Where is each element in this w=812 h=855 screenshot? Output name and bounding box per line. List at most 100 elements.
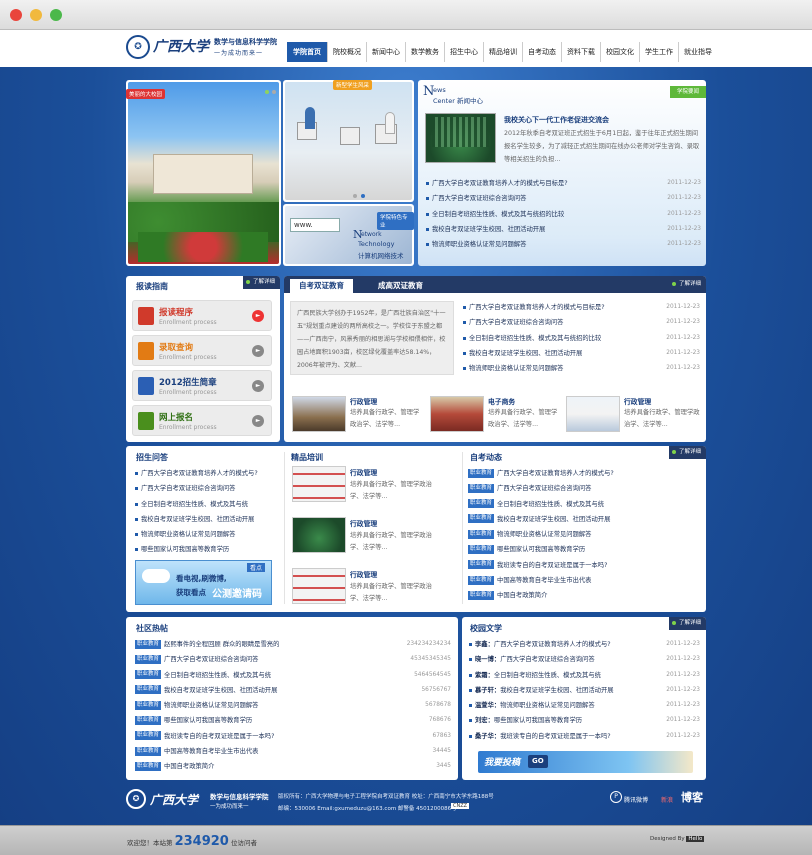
nav-item-news[interactable]: 新闻中心 [367,42,406,62]
list-item[interactable]: 温萱华：物流师职业资格认证常见问题解答 2011-12-23 [468,698,700,713]
tencent-weibo-label[interactable]: 腾讯微博 [624,795,648,804]
nav-item-academic[interactable]: 数学教务 [406,42,445,62]
entry-enrollment-process[interactable]: 报读程序 Enrollment process ► [132,300,272,331]
slider-dot-icon[interactable] [265,90,269,94]
list-item[interactable]: 职业教育 我班读专自的自考双证班是属于一本吗? [468,558,700,573]
dynamics-list: 职业教育 广西大学自考双证教育培养人才的模式与? 职业教育 广西大学自考双证班综合咨… [468,466,700,604]
list-item[interactable]: 职业教育 中国自考政策简介 [468,588,700,603]
entry-admission-brochure[interactable]: 2012招生简章 Enrollment process ► [132,370,272,401]
list-item[interactable]: 职业教育 全日制自考班招生性质、模式及其与统 [468,497,700,512]
list-item[interactable]: 全日制自考班招生性质、模式及其与统 [134,497,280,512]
nav-item-admissions[interactable]: 招生中心 [445,42,484,62]
news-badge[interactable]: 学院要闻 [669,86,706,98]
maximize-window-button[interactable] [50,9,62,21]
training-thumbnail[interactable] [292,568,346,604]
list-item[interactable]: 职业教育 物流师职业资格认证常见问题解答 5678678 [135,698,451,713]
list-item[interactable]: 职业教育 赵熙事件的全程回顾 群众的眼睛是雪亮的 234234234234 [135,637,451,652]
news-feature-photo[interactable] [425,113,496,163]
training-thumbnail[interactable] [292,466,346,502]
entry-online-registration[interactable]: 网上报名 Enrollment process ► [132,405,272,436]
tech-major-panel[interactable]: www. 学院特色专业 N etwork Technology 计算机网络技术 [283,204,414,266]
student-photo-panel[interactable]: 新型学生风采 [283,80,414,202]
tencent-weibo-icon[interactable]: P [610,791,622,803]
list-item[interactable]: 物流师职业资格认证常见问题解答 [134,527,280,542]
list-item[interactable]: 职业教育 我校自考双证班学生校园、社团活动开展 [468,512,700,527]
nav-item-students[interactable]: 学生工作 [640,42,679,62]
slider-dot-icon[interactable] [353,194,357,198]
course-thumbnail[interactable] [430,396,484,432]
list-item[interactable]: 全日制自考班招生性质、模式及其与统招的比较 2011-12-23 [425,207,701,222]
list-item[interactable]: 广西大学自考双证班综合咨询问答 2011-12-23 [462,315,700,330]
guide-more-button[interactable]: 了解详细 [242,276,280,289]
training-title-1[interactable]: 行政管理 [350,467,377,477]
list-item[interactable]: 职业教育 广西大学自考双证教育培养人才的模式与? [468,466,700,481]
list-item[interactable]: 广西大学自考双证教育培养人才的模式与? [134,466,280,481]
nav-item-career[interactable]: 就业指导 [679,42,717,62]
training-thumbnail[interactable] [292,517,346,553]
sina-label[interactable]: 新浪 [661,795,673,804]
blog-label[interactable]: 博客 [681,789,703,805]
nav-item-training[interactable]: 精品培训 [484,42,523,62]
list-item[interactable]: 职业教育 全日制自考班招生性质、模式及其与统 5464564545 [135,668,451,683]
dynamics-more-button[interactable]: 了解详细 [668,446,706,459]
nav-item-campus[interactable]: 校园文化 [601,42,640,62]
training-title-2[interactable]: 行政管理 [350,518,377,528]
list-item[interactable]: 全日制自考班招生性质、模式及其与统招的比较 2011-12-23 [462,331,700,346]
list-item[interactable]: 广西大学自考双证班综合咨询问答 2011-12-23 [425,191,701,206]
entry-admission-query[interactable]: 录取查询 Enrollment process ► [132,335,272,366]
campus-photo-panel[interactable]: 美丽的大校园 [126,80,281,266]
list-item[interactable]: 职业教育 哪些国家认可我国高等教育学历 768676 [135,713,451,728]
course-title[interactable]: 电子商务 [488,396,515,406]
news-center-panel: N ews Center 新闻中心 学院要闻 我校关心下一代工作老促进交流会 2… [418,80,706,266]
school-logo[interactable]: ✪ 广西大学 数学与信息科学学院 一为成功而来一 [126,34,277,62]
list-item[interactable]: 职业教育 我班读专自的自考双证班是属于一本吗? 67863 [135,729,451,744]
list-item[interactable]: 慕子轩：我校自考双证班学生校园、社团活动开展 2011-12-23 [468,683,700,698]
course-thumbnail[interactable] [292,396,346,432]
education-more-button[interactable]: 了解详细 [669,278,706,291]
nav-item-overview[interactable]: 院校概况 [328,42,367,62]
list-item[interactable]: 我校自考双证班学生校园、社团活动开展 2011-12-23 [425,222,701,237]
list-item[interactable]: 我校自考双证班学生校园、社团活动开展 2011-12-23 [462,346,700,361]
list-item[interactable]: 职业教育 中国自考政策简介 3445 [135,759,451,774]
list-item[interactable]: 职业教育 广西大学自考双证班综合咨询问答 45345345345 [135,652,451,667]
submit-go-button[interactable]: GO [528,755,548,768]
slider-dot-icon[interactable] [361,194,365,198]
slider-dot-icon[interactable] [272,90,276,94]
course-title[interactable]: 行政管理 [624,396,651,406]
nav-item-downloads[interactable]: 资料下载 [562,42,601,62]
course-title[interactable]: 行政管理 [350,396,377,406]
submit-manuscript-banner[interactable]: 我要投稿 GO [478,751,693,773]
list-item[interactable]: 物流师职业资格认证常见问题解答 2011-12-23 [425,237,701,252]
list-item[interactable]: 广西大学自考双证教育培养人才的模式与目标是? 2011-12-23 [425,176,701,191]
list-item[interactable]: 我校自考双证班学生校园、社团活动开展 [134,512,280,527]
list-item[interactable]: 紫霜：全日制自考班招生性质、模式及其与统 2011-12-23 [468,668,700,683]
close-window-button[interactable] [10,9,22,21]
list-item[interactable]: 李鑫：广西大学自考双证教育培养人才的模式与? 2011-12-23 [468,637,700,652]
designed-by: Designed By Hello [650,836,705,842]
tab-self-study[interactable]: 自考双证教育 [290,279,353,293]
tab-adult-education[interactable]: 成高双证教育 [372,279,429,293]
list-item[interactable]: 职业教育 物流师职业资格认证常见问题解答 [468,527,700,542]
nav-item-exam-news[interactable]: 自考动态 [523,42,562,62]
list-item[interactable]: 哪些国家认可我国高等教育学历 [134,542,280,557]
list-item[interactable]: 桑子华：我班读专自的自考双证班是属于一本吗? 2011-12-23 [468,729,700,744]
ad-banner[interactable]: 看点 看电视,刷微博, 获取看点 公测邀请码 [135,560,272,605]
minimize-window-button[interactable] [30,9,42,21]
list-item[interactable]: 晓一博：广西大学自考双证班综合咨询问答 2011-12-23 [468,652,700,667]
list-item[interactable]: 广西大学自考双证教育培养人才的模式与目标是? 2011-12-23 [462,300,700,315]
course-thumbnail[interactable] [566,396,620,432]
list-item[interactable]: 职业教育 我校自考双证班学生校园、社团活动开展 56756767 [135,683,451,698]
list-item[interactable]: 刘宏：哪些国家认可我国高等教育学历 2011-12-23 [468,713,700,728]
news-feature-title[interactable]: 我校关心下一代工作老促进交流会 [504,115,609,125]
nav-item-home[interactable]: 学院首页 [287,42,328,62]
cnzz-badge[interactable]: CNZZ [451,803,470,809]
list-item[interactable]: 物流师职业资格认证常见问题解答 2011-12-23 [462,361,700,376]
list-item[interactable]: 职业教育 广西大学自考双证班综合咨询问答 [468,481,700,496]
list-item[interactable]: 职业教育 中国高等教育自考毕业生市出代表 [468,573,700,588]
training-title-3[interactable]: 行政管理 [350,569,377,579]
list-item[interactable]: 职业教育 哪些国家认可我国高等教育学历 [468,542,700,557]
dynamics-title: 自考动态 [470,453,502,462]
campus-more-button[interactable]: 了解详细 [668,617,706,630]
list-item[interactable]: 广西大学自考双证班综合咨询问答 [134,481,280,496]
list-item[interactable]: 职业教育 中国高等教育自考毕业生市出代表 34445 [135,744,451,759]
